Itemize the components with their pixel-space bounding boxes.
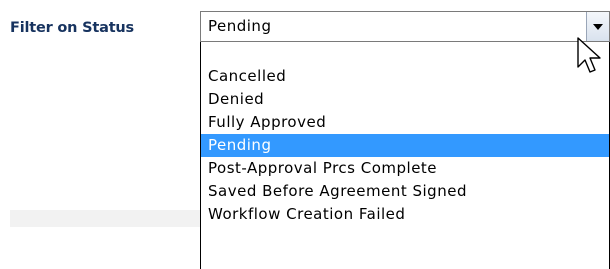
status-select[interactable]: Pending (200, 11, 610, 42)
dropdown-option-workflow-creation-failed[interactable]: Workflow Creation Failed (201, 203, 609, 226)
dropdown-option-saved-before-agreement-signed[interactable]: Saved Before Agreement Signed (201, 180, 609, 203)
status-filter-panel: Filter on Status Pending Cancelled Denie… (0, 0, 610, 269)
dropdown-option-pending[interactable]: Pending (201, 134, 609, 157)
dropdown-option-post-approval-prcs-complete[interactable]: Post-Approval Prcs Complete (201, 157, 609, 180)
chevron-down-icon (593, 24, 603, 30)
background-panel-strip (10, 210, 205, 227)
filter-on-status-label: Filter on Status (10, 20, 134, 36)
mouse-cursor-icon (577, 37, 601, 73)
dropdown-option-denied[interactable]: Denied (201, 88, 609, 111)
dropdown-option-fully-approved[interactable]: Fully Approved (201, 111, 609, 134)
dropdown-option-cancelled[interactable]: Cancelled (201, 65, 609, 88)
dropdown-option-blank[interactable] (201, 42, 609, 65)
status-dropdown-list[interactable]: Cancelled Denied Fully Approved Pending … (200, 42, 610, 269)
status-select-value: Pending (208, 17, 272, 35)
